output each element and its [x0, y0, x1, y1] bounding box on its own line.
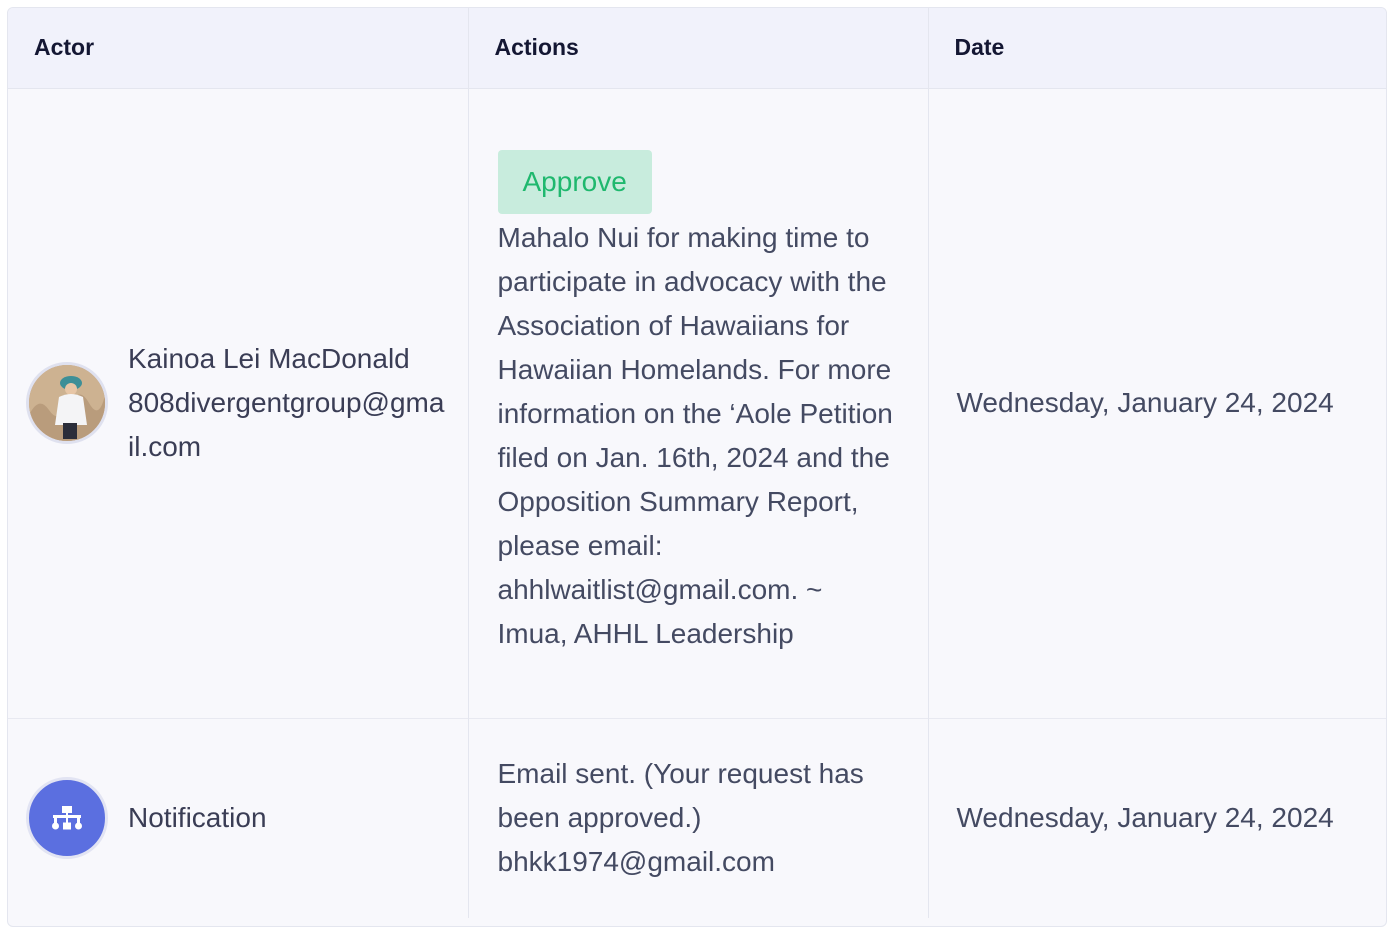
- header-actions[interactable]: Actions: [468, 8, 929, 88]
- actor-info: Kainoa Lei MacDonald 808divergentgroup@g…: [128, 337, 448, 469]
- date-cell: Wednesday, January 24, 2024: [956, 802, 1334, 834]
- table-row: Notification Email sent. (Your request h…: [8, 718, 1386, 918]
- actions-cell: Approve Mahalo Nui for making time to pa…: [468, 88, 929, 718]
- actor-email[interactable]: 808divergentgroup@gmail.com: [128, 381, 448, 469]
- actor-name: Notification: [128, 802, 267, 834]
- actor-cell: Notification: [8, 718, 469, 918]
- action-message: Email sent. (Your request has been appro…: [497, 758, 864, 834]
- table-header: Actor Actions Date: [8, 8, 1386, 88]
- actor-cell: Kainoa Lei MacDonald 808divergentgroup@g…: [8, 88, 469, 718]
- header-date[interactable]: Date: [928, 8, 1386, 88]
- date-cell: Wednesday, January 24, 2024: [956, 387, 1334, 418]
- table-row: Kainoa Lei MacDonald 808divergentgroup@g…: [8, 88, 1386, 718]
- activity-table-grid: Actor Actions Date Kainoa Lei MacDonald …: [8, 8, 1386, 918]
- actor-name: Kainoa Lei MacDonald: [128, 343, 410, 374]
- header-actor[interactable]: Actor: [8, 8, 469, 88]
- action-message: Mahalo Nui for making time to participat…: [497, 222, 893, 649]
- actions-cell: Email sent. (Your request has been appro…: [468, 718, 929, 918]
- activity-table: Actor Actions Date Kainoa Lei MacDonald …: [7, 7, 1387, 927]
- approve-badge: Approve: [497, 150, 652, 214]
- action-email[interactable]: bhkk1974@gmail.com: [498, 840, 900, 884]
- sitemap-icon: [26, 777, 108, 860]
- user-photo-icon[interactable]: [26, 362, 108, 444]
